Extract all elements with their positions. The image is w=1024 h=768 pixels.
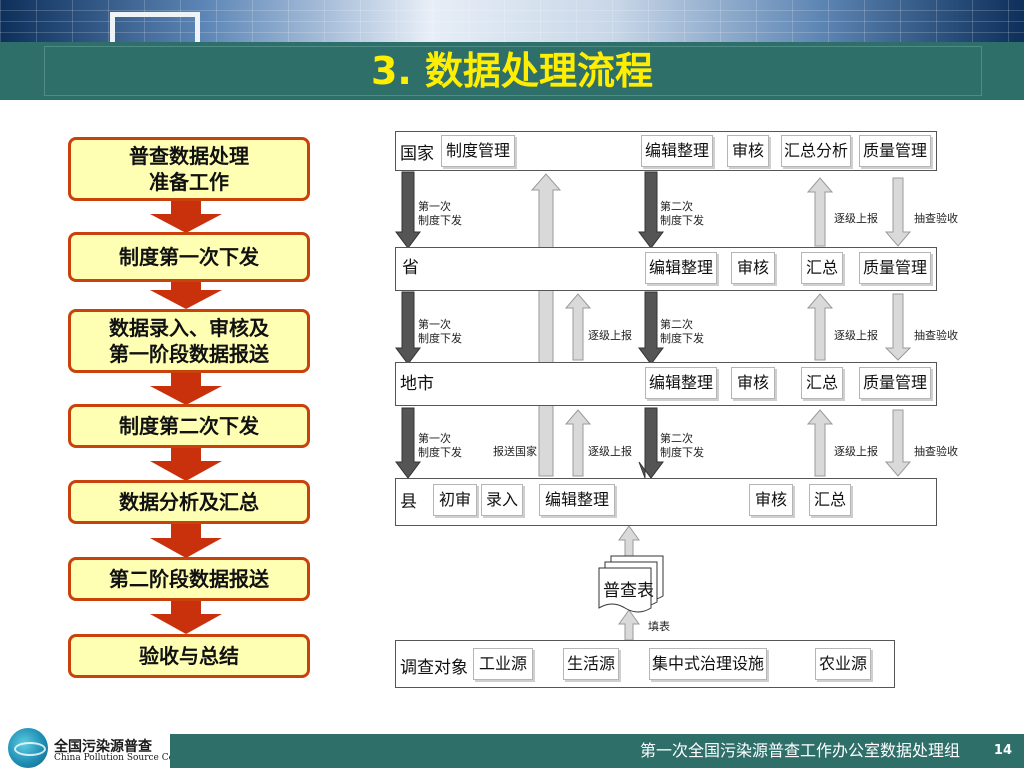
label-first-issue-2: 第一次 制度下发 — [418, 318, 462, 345]
report-up-arrow-city-province-2 — [806, 293, 834, 361]
label-report-up-1: 逐级上报 — [588, 329, 632, 342]
county-box-1: 初审 — [433, 484, 477, 516]
flow-step-acceptance: 验收与总结 — [68, 634, 310, 678]
province-box-1: 编辑整理 — [645, 252, 717, 284]
spot-check-arrow-3 — [884, 409, 912, 477]
census-logo-icon — [8, 728, 48, 768]
label-second-issue-1: 第二次 制度下发 — [660, 200, 704, 227]
fill-form-arrow — [618, 609, 640, 641]
step-arrow-3 — [150, 373, 222, 405]
city-box-3: 汇总 — [801, 367, 843, 399]
spot-check-arrow-1 — [884, 177, 912, 247]
survey-box-3: 集中式治理设施 — [649, 648, 767, 680]
level-national-name: 国家 — [400, 144, 434, 164]
national-box-3: 审核 — [727, 135, 769, 167]
report-national-arrow — [530, 173, 562, 477]
footer-bar: 第一次全国污染源普查工作办公室数据处理组 14 — [170, 734, 1024, 768]
label-first-issue-1: 第一次 制度下发 — [418, 200, 462, 227]
report-up-arrow-province-national — [806, 177, 834, 247]
step-arrow-6 — [150, 600, 222, 634]
label-spot-check-2: 抽查验收 — [914, 329, 958, 342]
label-spot-check-3: 抽查验收 — [914, 445, 958, 458]
level-province-name: 省 — [402, 258, 419, 278]
footer-org-text: 第一次全国污染源普查工作办公室数据处理组 — [639, 741, 960, 760]
city-box-2: 审核 — [731, 367, 775, 399]
level-city-name: 地市 — [400, 374, 434, 394]
survey-box-2: 生活源 — [563, 648, 619, 680]
national-box-4: 汇总分析 — [781, 135, 851, 167]
flow-step-prepare: 普查数据处理 准备工作 — [68, 137, 310, 201]
county-box-2: 录入 — [481, 484, 523, 516]
step-arrow-1 — [150, 201, 222, 233]
flow-step-second-report: 第二阶段数据报送 — [68, 557, 310, 601]
city-box-4: 质量管理 — [859, 367, 931, 399]
province-box-4: 质量管理 — [859, 252, 931, 284]
census-to-county-arrow — [618, 525, 640, 557]
first-issue-arrow-2 — [395, 291, 421, 365]
page-number: 14 — [993, 743, 1012, 758]
first-issue-arrow-1 — [395, 171, 421, 249]
report-up-arrow-county-city — [564, 409, 592, 477]
logo-ring — [14, 742, 46, 756]
report-up-arrow-county-city-2 — [806, 409, 834, 477]
label-report-up-5: 逐级上报 — [834, 445, 878, 458]
label-second-issue-2: 第二次 制度下发 — [660, 318, 704, 345]
report-up-arrow-city-province — [564, 293, 592, 361]
label-report-national: 报送国家 — [493, 445, 537, 458]
step-arrow-4 — [150, 447, 222, 481]
label-report-up-4: 逐级上报 — [834, 329, 878, 342]
flow-step-second-issue: 制度第二次下发 — [68, 404, 310, 448]
label-spot-check-1: 抽查验收 — [914, 212, 958, 225]
label-report-up-3: 逐级上报 — [834, 212, 878, 225]
national-box-5: 质量管理 — [859, 135, 931, 167]
flow-step-entry-review: 数据录入、审核及 第一阶段数据报送 — [68, 309, 310, 373]
step-arrow-5 — [150, 524, 222, 558]
flow-step-first-issue: 制度第一次下发 — [68, 232, 310, 282]
national-box-2: 编辑整理 — [641, 135, 713, 167]
label-fill-form: 填表 — [648, 620, 670, 633]
first-issue-arrow-3 — [395, 407, 421, 479]
province-box-2: 审核 — [731, 252, 775, 284]
survey-box-4: 农业源 — [815, 648, 871, 680]
label-second-issue-3: 第二次 制度下发 — [660, 432, 704, 459]
city-box-1: 编辑整理 — [645, 367, 717, 399]
national-box-1: 制度管理 — [441, 135, 515, 167]
flow-step-analysis: 数据分析及汇总 — [68, 480, 310, 524]
survey-box-1: 工业源 — [473, 648, 533, 680]
county-box-5: 汇总 — [809, 484, 851, 516]
county-box-3: 编辑整理 — [539, 484, 615, 516]
label-report-up-2: 逐级上报 — [588, 445, 632, 458]
province-box-3: 汇总 — [801, 252, 843, 284]
spot-check-arrow-2 — [884, 293, 912, 361]
level-county-name: 县 — [400, 492, 417, 512]
label-first-issue-3: 第一次 制度下发 — [418, 432, 462, 459]
county-box-4: 审核 — [749, 484, 793, 516]
level-survey-name: 调查对象 — [400, 658, 468, 678]
census-form-label: 普查表 — [603, 581, 654, 601]
